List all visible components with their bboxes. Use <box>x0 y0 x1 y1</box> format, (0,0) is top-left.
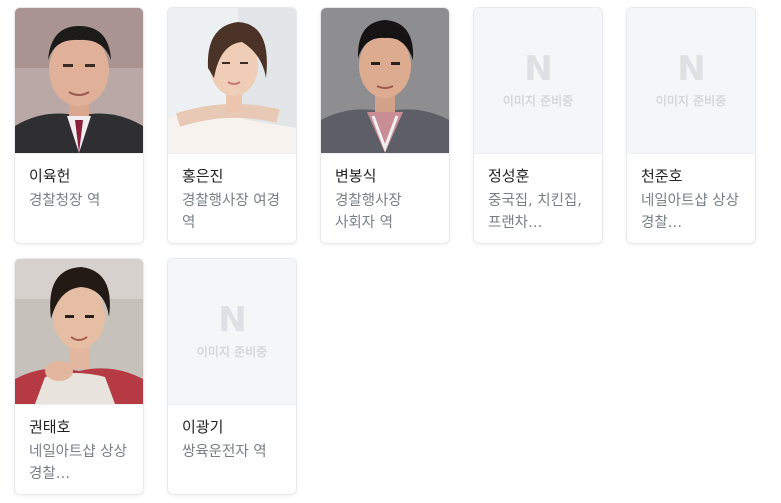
actor-role: 경찰행사장 여경 역 <box>182 193 280 231</box>
placeholder-text: 이미지 준비중 <box>196 345 268 359</box>
actor-photo[interactable] <box>321 8 449 153</box>
actor-name[interactable]: 이광기 <box>182 417 282 437</box>
naver-n-icon: N <box>218 300 246 340</box>
cast-card[interactable]: N 이미지 준비중 천준호 네일아트샵 상상 경찰… <box>626 7 756 244</box>
cast-card[interactable]: 홍은진 경찰행사장 여경 역 <box>167 7 297 244</box>
cast-card[interactable]: 변봉식 경찰행사장 사회자 역 <box>320 7 450 244</box>
cast-card[interactable]: 권태호 네일아트샵 상상 경찰… <box>14 258 144 495</box>
cast-card[interactable]: N 이미지 준비중 정성훈 중국집, 치킨집, 프랜차… <box>473 7 603 244</box>
cast-grid: 이육헌 경찰청장 역 홍은진 경찰행사장 여경 역 변봉식 경찰행사장 사회자 … <box>0 0 781 503</box>
image-placeholder[interactable]: N 이미지 준비중 <box>627 8 755 153</box>
actor-name[interactable]: 권태호 <box>29 417 129 437</box>
actor-photo[interactable] <box>15 8 143 153</box>
actor-name[interactable]: 변봉식 <box>335 166 435 186</box>
image-placeholder[interactable]: N 이미지 준비중 <box>474 8 602 153</box>
placeholder-text: 이미지 준비중 <box>655 94 727 108</box>
cast-card[interactable]: N 이미지 준비중 이광기 쌍육운전자 역 <box>167 258 297 495</box>
actor-role: 네일아트샵 상상 경찰… <box>641 193 739 231</box>
actor-name[interactable]: 천준호 <box>641 166 741 186</box>
image-placeholder[interactable]: N 이미지 준비중 <box>168 259 296 404</box>
actor-role: 경찰청장 역 <box>29 193 101 209</box>
placeholder-text: 이미지 준비중 <box>502 94 574 108</box>
naver-n-icon: N <box>524 49 552 89</box>
actor-photo[interactable] <box>15 259 143 404</box>
actor-name[interactable]: 홍은진 <box>182 166 282 186</box>
naver-n-icon: N <box>677 49 705 89</box>
actor-role: 네일아트샵 상상 경찰… <box>29 444 127 482</box>
actor-role: 중국집, 치킨집, 프랜차… <box>488 193 582 231</box>
actor-name[interactable]: 정성훈 <box>488 166 588 186</box>
cast-card[interactable]: 이육헌 경찰청장 역 <box>14 7 144 244</box>
actor-photo[interactable] <box>168 8 296 153</box>
actor-name[interactable]: 이육헌 <box>29 166 129 186</box>
actor-role: 경찰행사장 사회자 역 <box>335 193 402 231</box>
actor-role: 쌍육운전자 역 <box>182 444 267 460</box>
